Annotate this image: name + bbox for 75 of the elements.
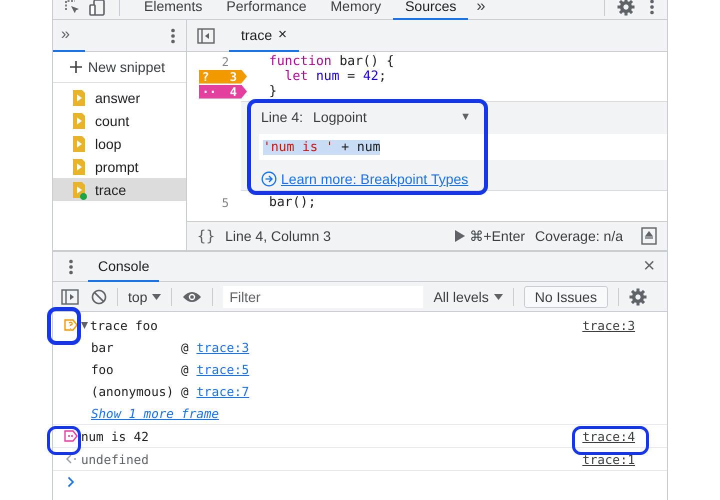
issues-button[interactable]: No Issues [524, 286, 608, 308]
conditional-breakpoint-icon [64, 319, 78, 331]
source-link[interactable]: trace:1 [582, 452, 635, 466]
logpoint-expression-field[interactable]: 'num is ' + num [259, 134, 667, 160]
device-icon[interactable] [89, 0, 107, 16]
breakpoint-type-dropdown[interactable]: Logpoint [313, 109, 367, 125]
sidebar-toggle-icon[interactable] [197, 28, 215, 44]
logpoint-marker[interactable]: ·· 4 [199, 84, 247, 98]
function-name: foo [91, 362, 115, 376]
clear-console-icon[interactable] [91, 288, 107, 304]
caret-icon [494, 294, 503, 300]
log-levels-dropdown[interactable]: All levels [433, 288, 503, 304]
result-arrow-icon [65, 454, 77, 464]
at-sign: @ [181, 362, 189, 376]
console-sidebar-icon[interactable] [61, 288, 79, 304]
code-line: let num = 42; [284, 69, 386, 84]
source-link[interactable]: trace:7 [196, 384, 250, 398]
code-line: function bar() { [268, 54, 394, 69]
snippet-item[interactable]: answer [53, 86, 186, 109]
console-message: trace foo [90, 318, 158, 332]
run-icon[interactable] [455, 230, 466, 242]
source-link[interactable]: trace:5 [196, 362, 250, 376]
at-sign: @ [181, 340, 189, 354]
close-drawer-button[interactable]: × [643, 255, 655, 278]
snippet-item[interactable]: trace [53, 178, 186, 201]
snippet-file-icon [73, 158, 85, 174]
snippet-item[interactable]: loop [53, 132, 186, 155]
snippet-file-icon [73, 182, 85, 198]
settings-icon[interactable] [617, 0, 635, 16]
highlight-frame [47, 426, 81, 455]
source-link[interactable]: trace:3 [196, 340, 250, 354]
logpoint-icon [64, 430, 78, 442]
code-line: } [268, 84, 277, 99]
line-number: 5 [222, 196, 229, 210]
panel-tab[interactable]: Performance [214, 0, 319, 20]
source-link[interactable]: trace:4 [582, 428, 635, 444]
arrow-circle-icon [261, 171, 277, 187]
run-shortcut: ⌘+Enter [469, 228, 526, 244]
expanded-caret-icon[interactable] [81, 322, 88, 328]
learn-more-link[interactable]: Learn more: Breakpoint Types [261, 171, 667, 187]
inspect-icon[interactable] [63, 0, 81, 16]
more-tabs-button[interactable]: » [468, 0, 494, 16]
more-options-icon[interactable] [170, 28, 176, 44]
eye-icon[interactable] [182, 290, 202, 304]
code-line: bar(); [268, 195, 316, 210]
function-name: bar [91, 340, 115, 354]
line-number: 2 [222, 54, 229, 68]
more-options-icon[interactable] [649, 0, 655, 14]
plus-icon [70, 61, 82, 73]
new-snippet-button[interactable]: New snippet [53, 52, 186, 83]
snippet-file-icon [73, 112, 85, 128]
close-tab-button[interactable]: × [278, 26, 287, 43]
cursor-position: Line 4, Column 3 [225, 228, 331, 244]
console-message: undefined [81, 452, 149, 466]
line-label: Line 4: [261, 109, 304, 125]
panel-tab[interactable]: Elements [132, 0, 214, 20]
coverage-status: Coverage: n/a [535, 228, 623, 244]
at-sign: @ [181, 384, 189, 398]
prompt-icon [67, 476, 75, 488]
highlight-frame [47, 307, 81, 345]
more-options-icon[interactable] [68, 258, 74, 274]
function-name: (anonymous) [91, 384, 175, 398]
console-message: num is 42 [81, 428, 149, 444]
context-selector[interactable]: top [128, 288, 162, 304]
panel-tab[interactable]: Memory [318, 0, 394, 20]
caret-icon [152, 294, 162, 300]
snippet-item[interactable]: count [53, 109, 186, 132]
snippet-item[interactable]: prompt [53, 155, 186, 178]
source-link[interactable]: trace:3 [582, 318, 635, 332]
filter-field[interactable]: Filter [223, 286, 424, 308]
dropdown-arrow[interactable]: ▼ [460, 111, 471, 123]
show-more-link[interactable]: Show 1 more frame [91, 406, 219, 420]
snippet-file-icon [73, 90, 85, 106]
snippet-file-icon [73, 136, 85, 152]
pretty-print-button[interactable]: {} [197, 227, 216, 245]
